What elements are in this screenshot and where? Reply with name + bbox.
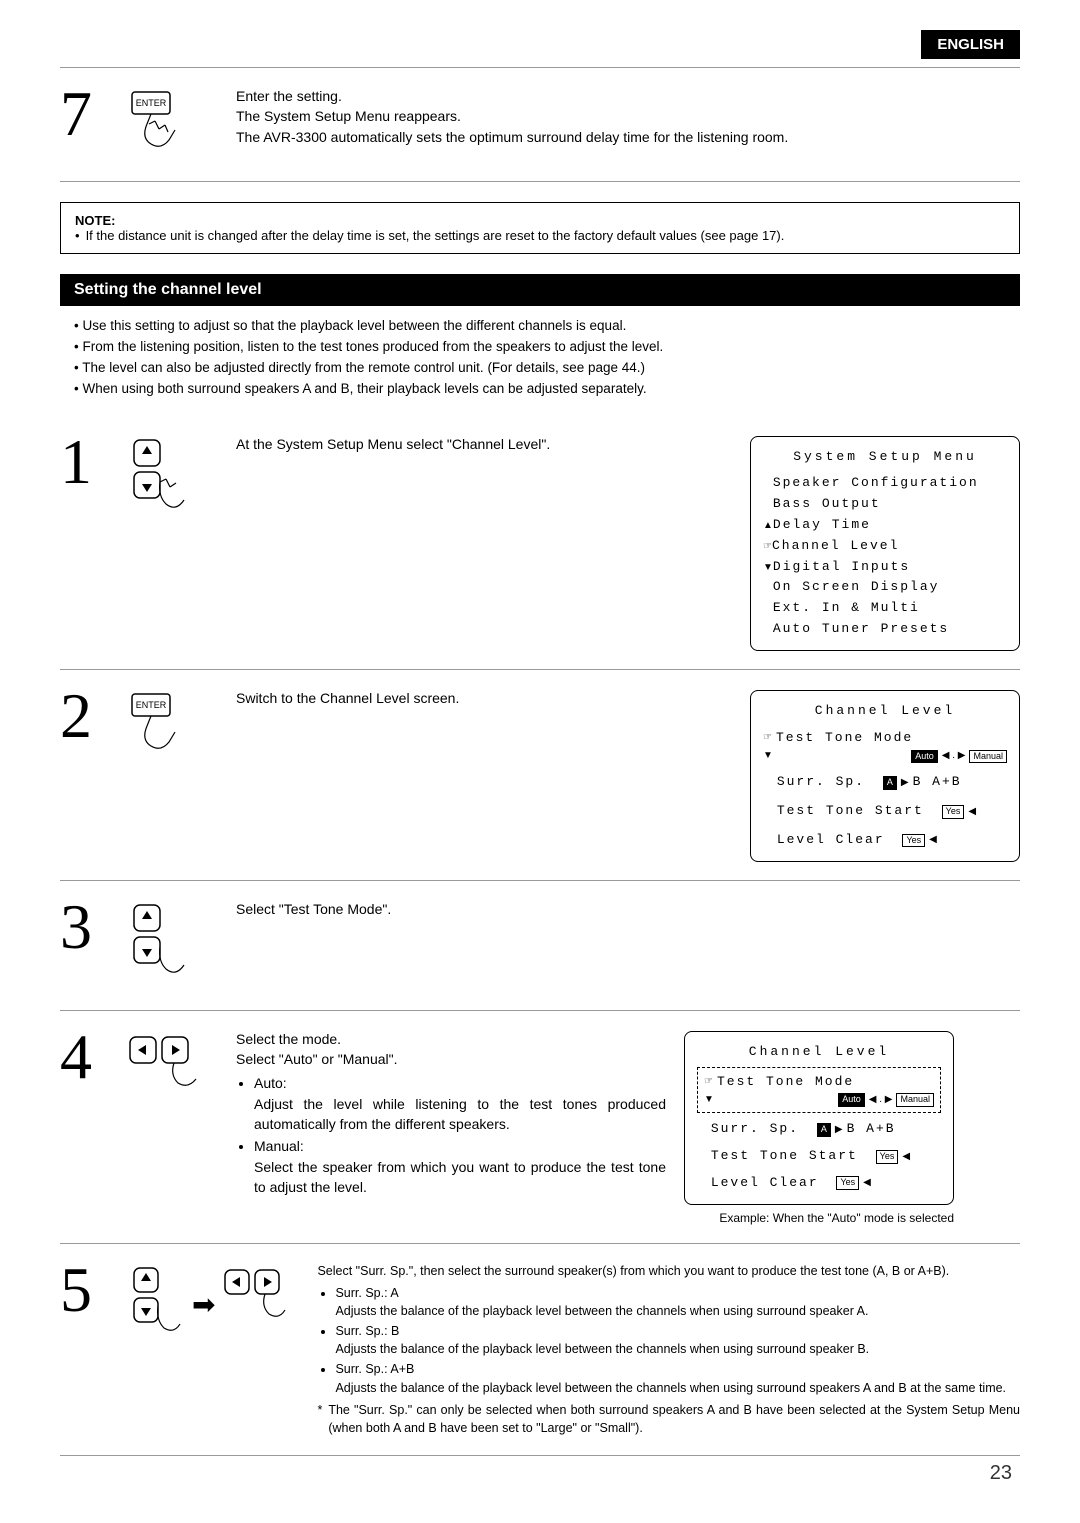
step4-line2: Select "Auto" or "Manual". — [236, 1049, 666, 1069]
step2-text: Switch to the Channel Level screen. — [236, 688, 732, 708]
svg-text:ENTER: ENTER — [136, 700, 167, 710]
step7-line3: The AVR-3300 automatically sets the opti… — [236, 127, 1020, 147]
left-right-icon — [128, 1025, 218, 1096]
enter-button-icon: ENTER — [128, 684, 218, 765]
step4-line1: Select the mode. — [236, 1029, 666, 1049]
section-title: Setting the channel level — [60, 274, 1020, 306]
language-tab: ENGLISH — [921, 30, 1020, 59]
note-box: NOTE: • If the distance unit is changed … — [60, 202, 1020, 254]
up-down-icon — [128, 895, 218, 992]
step-number: 4 — [60, 1025, 110, 1089]
intro-text: • Use this setting to adjust so that the… — [60, 306, 1020, 416]
step-5: 5 ➡ — [60, 1244, 1020, 1456]
up-down-icon — [128, 1264, 184, 1349]
step-2: 2 ENTER Switch to the Channel Level scre… — [60, 670, 1020, 881]
step3-text: Select "Test Tone Mode". — [236, 899, 1020, 919]
arrow-right-icon: ➡ — [184, 1264, 223, 1321]
step-4: 4 Select the mode. Select "Auto" or "Man… — [60, 1011, 1020, 1244]
step-number: 2 — [60, 684, 110, 748]
step7-line2: The System Setup Menu reappears. — [236, 106, 1020, 126]
left-right-icon — [223, 1264, 299, 1329]
osd-system-setup: System Setup Menu Speaker Configuration … — [750, 436, 1020, 651]
note-text: If the distance unit is changed after th… — [86, 228, 785, 243]
step-number: 7 — [60, 82, 110, 146]
step-3: 3 Select "Test Tone Mode". — [60, 881, 1020, 1011]
osd-channel-level-auto: Channel Level ☞Test Tone Mode ▼Auto◀ . ▶… — [684, 1031, 954, 1205]
enter-button-icon: ENTER — [128, 82, 218, 163]
enter-label: ENTER — [136, 98, 167, 108]
step5-lead: Select "Surr. Sp.", then select the surr… — [317, 1262, 1020, 1280]
step-7: 7 ENTER Enter the setting. The System Se… — [60, 68, 1020, 182]
page-number: 23 — [60, 1456, 1020, 1503]
up-down-icon — [128, 430, 218, 527]
osd-channel-level: Channel Level ☞Test Tone Mode ▼ Auto ◀ .… — [750, 690, 1020, 862]
osd-caption: Example: When the "Auto" mode is selecte… — [684, 1211, 954, 1225]
step-1: 1 At the System Setup Menu select "Chann… — [60, 416, 1020, 670]
step-number: 3 — [60, 895, 110, 959]
step-number: 1 — [60, 430, 110, 494]
step-number: 5 — [60, 1258, 110, 1322]
step1-text: At the System Setup Menu select "Channel… — [236, 434, 732, 454]
note-title: NOTE: — [75, 213, 1005, 228]
step7-line1: Enter the setting. — [236, 86, 1020, 106]
step5-footnote: The "Surr. Sp." can only be selected whe… — [328, 1401, 1020, 1437]
